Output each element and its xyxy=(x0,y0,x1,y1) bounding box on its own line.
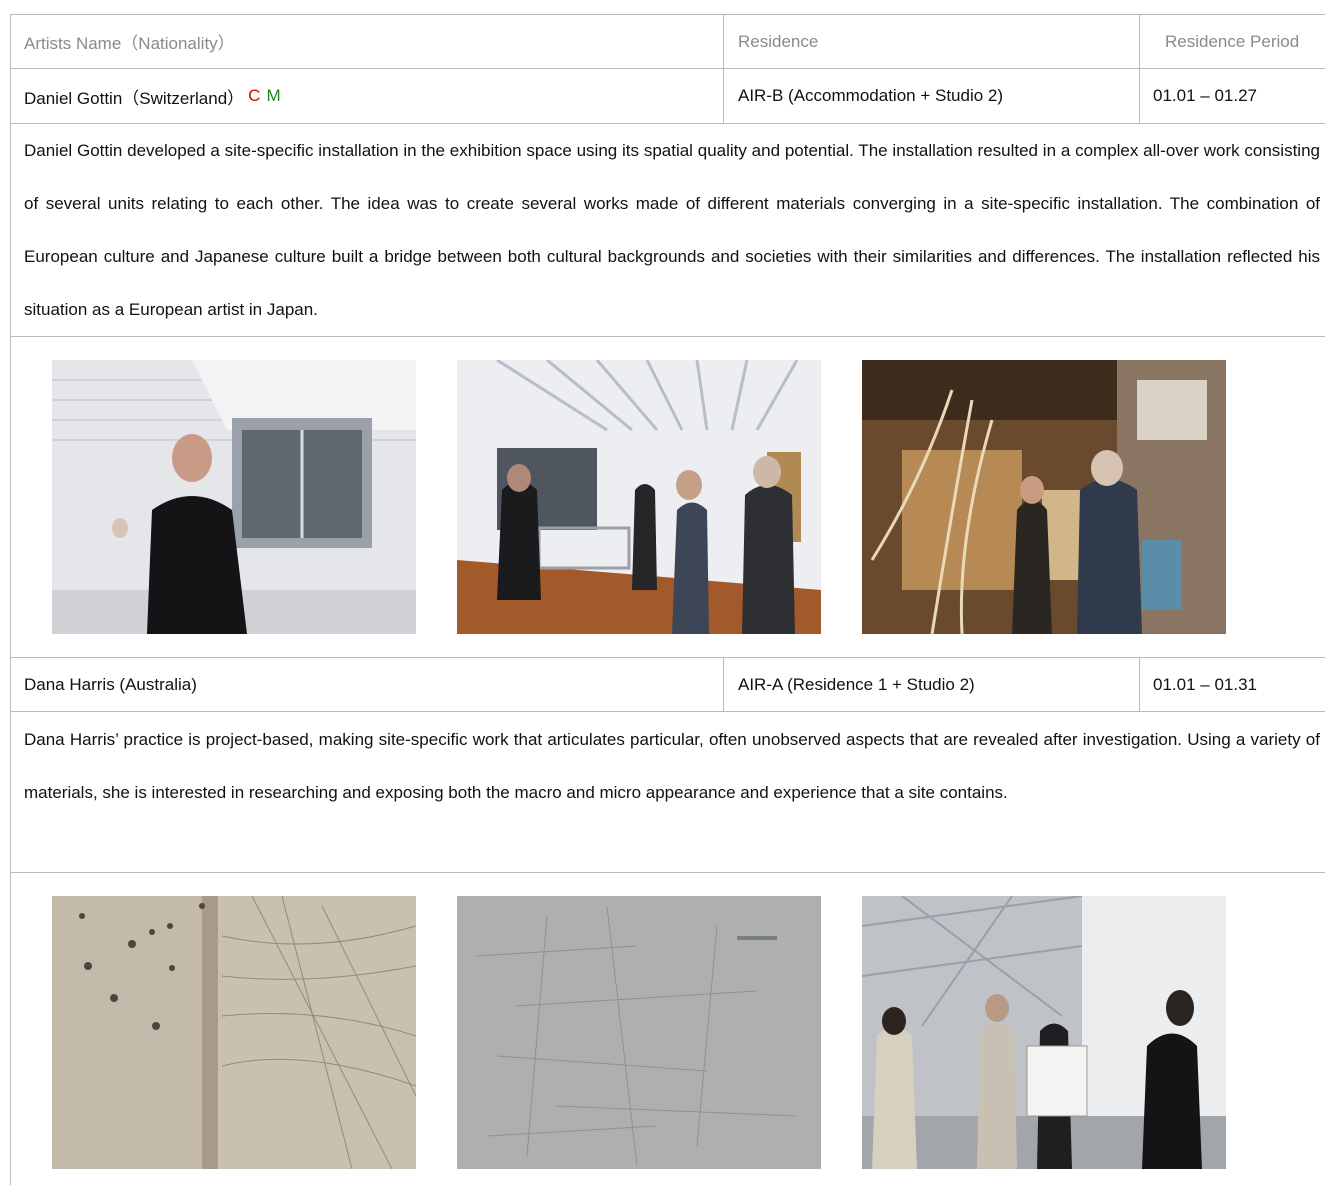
gallery-photo-artist-talk xyxy=(52,360,416,634)
header-residence-period: Residence Period xyxy=(1165,31,1300,51)
artist-description: Dana Harris’ practice is project-based, … xyxy=(24,730,1320,802)
residence-period-value: 01.01 – 01.31 xyxy=(1153,674,1257,694)
artist-name: Daniel Gottin（Switzerland） C M xyxy=(24,69,281,123)
wall-texture-photo xyxy=(457,896,821,1169)
wall-drawing-photo xyxy=(52,896,416,1169)
header-artist-name: Artists Name（Nationality） xyxy=(24,34,235,53)
residence-value: AIR-B (Accommodation + Studio 2) xyxy=(738,86,1004,105)
artwork-photo xyxy=(862,360,1226,634)
column-divider xyxy=(1139,14,1140,124)
artwork-photo xyxy=(457,360,821,634)
header-residence: Residence xyxy=(738,31,819,51)
row-divider xyxy=(10,711,1325,712)
row-divider xyxy=(10,336,1325,337)
gallery-photo-visitors xyxy=(457,360,821,634)
residence-period-value: 01.01 – 01.27 xyxy=(1153,86,1257,105)
artist-name-text: Daniel Gottin（Switzerland） xyxy=(24,88,245,108)
artist-description: Daniel Gottin developed a site-specific … xyxy=(24,141,1320,319)
c-mark: C xyxy=(248,86,261,105)
residence-value: AIR-A (Residence 1 + Studio 2) xyxy=(738,674,975,694)
m-mark: M xyxy=(266,86,281,105)
column-divider xyxy=(1139,657,1140,712)
column-divider xyxy=(723,657,724,712)
artwork-photo xyxy=(862,896,1226,1169)
artist-name: Dana Harris (Australia) xyxy=(24,674,197,694)
row-divider xyxy=(10,657,1325,658)
artwork-photo xyxy=(457,896,821,1169)
table-left-border xyxy=(10,14,11,1185)
studio-photo-discussion xyxy=(862,896,1226,1169)
row-divider xyxy=(10,872,1325,873)
artwork-photo xyxy=(52,896,416,1169)
column-divider xyxy=(723,14,724,124)
artwork-photo xyxy=(52,360,416,634)
studio-photo-materials xyxy=(862,360,1226,634)
